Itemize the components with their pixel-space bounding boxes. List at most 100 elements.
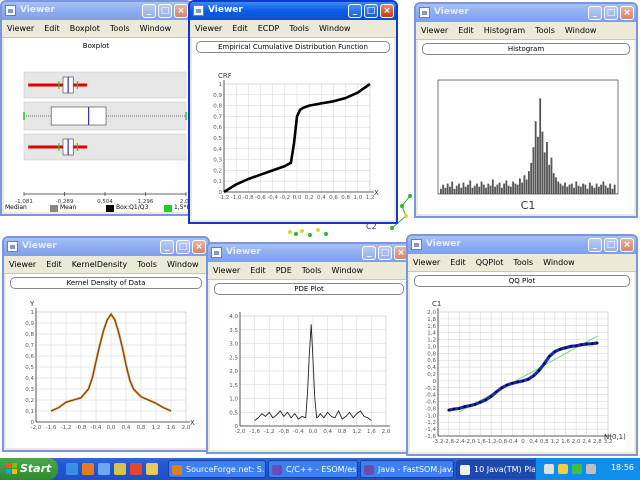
menu-viewer[interactable]: Viewer [190, 24, 227, 33]
menu-viewer[interactable]: Viewer [2, 24, 39, 33]
menu-edit[interactable]: Edit [227, 24, 253, 33]
java-app-icon [193, 5, 204, 16]
qq-point [548, 354, 551, 358]
java-app-icon [411, 239, 422, 250]
histogram-bar [446, 183, 449, 194]
close-button[interactable]: × [620, 238, 634, 252]
menu-window[interactable]: Window [162, 260, 204, 269]
y-tick-label: 0,8 [213, 104, 222, 110]
task-java-eclipse[interactable]: Java - FastSOM.jav... [360, 460, 454, 478]
quicklaunch-ie-icon[interactable] [66, 463, 78, 475]
histogram-bar [500, 187, 503, 194]
menu-edit[interactable]: Edit [453, 26, 479, 35]
histogram-bar [534, 121, 537, 194]
menu-window[interactable]: Window [314, 24, 356, 33]
menu-kerneldensity[interactable]: KernelDensity [67, 260, 133, 269]
pde-titlebar[interactable]: Viewer _ □ × [208, 244, 410, 262]
tray-icon-1[interactable] [544, 464, 554, 474]
boxplot-titlebar[interactable]: Viewer _ □ × [2, 2, 190, 20]
x-tick-label: -2,0 [465, 439, 476, 445]
minimize-button[interactable]: _ [142, 4, 156, 18]
menu-edit[interactable]: Edit [41, 260, 67, 269]
quicklaunch-media-icon[interactable] [130, 463, 142, 475]
ecdf-titlebar[interactable]: Viewer _ □ × [190, 2, 396, 20]
minimize-button[interactable]: _ [160, 240, 174, 254]
minimize-button[interactable]: _ [588, 238, 602, 252]
pde-window[interactable]: Viewer _ □ × Viewer Edit PDE Tools Windo… [206, 242, 412, 454]
y-tick-label: -0,4 [425, 393, 436, 399]
menu-pde[interactable]: PDE [271, 266, 297, 275]
x-tick-label: -3,2 [433, 439, 444, 445]
x-tick-label: -1,2 [61, 425, 72, 431]
kde-titlebar[interactable]: Viewer _ □ × [4, 238, 208, 256]
window-title: Viewer [226, 247, 261, 257]
menu-viewer[interactable]: Viewer [4, 260, 41, 269]
menu-window[interactable]: Window [538, 258, 580, 267]
menu-tools[interactable]: Tools [530, 26, 560, 35]
maximize-button[interactable]: □ [364, 4, 378, 18]
histogram-titlebar[interactable]: Viewer _ □ × [416, 4, 636, 22]
menu-ecdp[interactable]: ECDP [253, 24, 285, 33]
histogram-bar [611, 188, 614, 194]
quicklaunch-explorer-icon[interactable] [146, 463, 158, 475]
menu-viewer[interactable]: Viewer [208, 266, 245, 275]
tray-icon-2[interactable] [558, 464, 568, 474]
ecdf-window[interactable]: Viewer _ □ × Viewer Edit ECDP Tools Wind… [188, 0, 398, 224]
maximize-button[interactable]: □ [176, 240, 190, 254]
kde-window[interactable]: Viewer _ □ × Viewer Edit KernelDensity T… [2, 236, 210, 452]
menu-tools[interactable]: Tools [284, 24, 314, 33]
x-tick-label: -2,4 [454, 439, 465, 445]
maximize-button[interactable]: □ [158, 4, 172, 18]
y-tick-label: 1,2 [427, 338, 436, 344]
menu-qqplot[interactable]: QQPlot [471, 258, 509, 267]
task-java-platform[interactable]: 10 Java(TM) Platf... [456, 460, 542, 478]
histogram-bar [455, 185, 458, 194]
maximize-button[interactable]: □ [604, 238, 618, 252]
menu-tools[interactable]: Tools [508, 258, 538, 267]
qq-point [585, 342, 588, 346]
qq-point [527, 378, 530, 381]
qq-window[interactable]: Viewer _ □ × Viewer Edit QQPlot Tools Wi… [406, 234, 638, 456]
close-button[interactable]: × [620, 6, 634, 20]
quicklaunch-desktop-icon[interactable] [98, 463, 110, 475]
menu-tools[interactable]: Tools [105, 24, 135, 33]
y-tick-label: 4,0 [229, 314, 238, 320]
start-button[interactable]: Start [0, 458, 58, 480]
tray-icon-4[interactable] [586, 464, 596, 474]
menu-edit[interactable]: Edit [245, 266, 271, 275]
qq-point [474, 403, 477, 406]
tray-icon-3[interactable] [572, 464, 582, 474]
menu-window[interactable]: Window [135, 24, 177, 33]
menu-edit[interactable]: Edit [39, 24, 65, 33]
menu-tools[interactable]: Tools [132, 260, 162, 269]
close-button[interactable]: × [174, 4, 188, 18]
qq-point [532, 374, 535, 377]
boxplot-window[interactable]: Viewer _ □ × Viewer Edit Boxplot Tools W… [0, 0, 192, 216]
menu-window[interactable]: Window [326, 266, 368, 275]
task-cpp-eclipse[interactable]: C/C++ - ESOM/eso... [268, 460, 358, 478]
quicklaunch-mail-icon[interactable] [114, 463, 126, 475]
qq-titlebar[interactable]: Viewer _ □ × [408, 236, 636, 254]
quicklaunch-firefox-icon[interactable] [82, 463, 94, 475]
menu-window[interactable]: Window [560, 26, 602, 35]
x-tick-label: -1,6 [249, 429, 260, 435]
histogram-window[interactable]: Viewer _ □ × Viewer Edit Histogram Tools… [414, 2, 638, 218]
x-tick-label: 0,4 [122, 425, 131, 431]
task-sourceforge[interactable]: SourceForge.net: S... [168, 460, 266, 478]
maximize-button[interactable]: □ [604, 6, 618, 20]
menu-edit[interactable]: Edit [445, 258, 471, 267]
minimize-button[interactable]: _ [588, 6, 602, 20]
menu-histogram[interactable]: Histogram [479, 26, 531, 35]
maximize-button[interactable]: □ [378, 246, 392, 260]
minimize-button[interactable]: _ [348, 4, 362, 18]
menu-boxplot[interactable]: Boxplot [65, 24, 105, 33]
y-tick-label: 0,4 [427, 365, 436, 371]
minimize-button[interactable]: _ [362, 246, 376, 260]
histogram-bar [602, 181, 605, 194]
close-button[interactable]: × [380, 4, 394, 18]
menu-viewer[interactable]: Viewer [416, 26, 453, 35]
menu-tools[interactable]: Tools [297, 266, 327, 275]
menu-viewer[interactable]: Viewer [408, 258, 445, 267]
x-tick-label: -0,8 [243, 195, 254, 201]
close-button[interactable]: × [192, 240, 206, 254]
